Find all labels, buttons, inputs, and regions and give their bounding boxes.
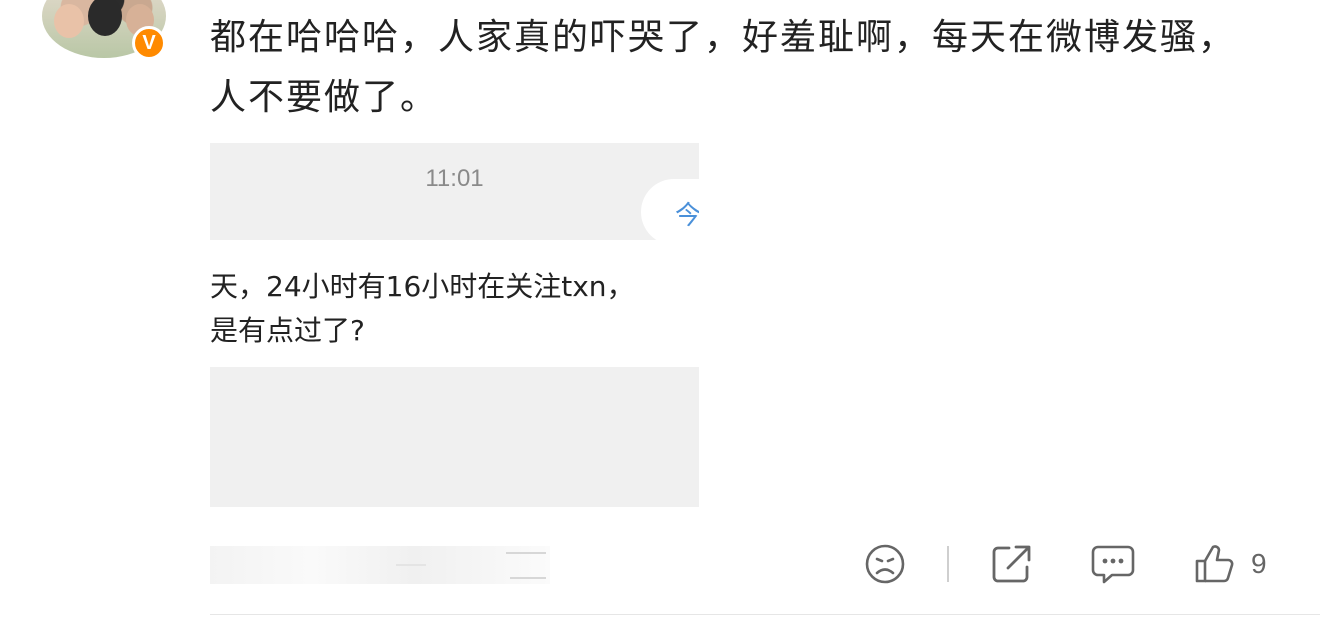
bottom-divider [210,614,1320,615]
chat-bubble: 今 [641,179,699,245]
action-separator [947,546,949,582]
verified-badge: V [132,26,166,60]
share-icon [992,545,1031,583]
avatar-face-left [54,4,84,38]
chat-message-line-1: 天，24小时有16小时在关注txn， [210,270,635,303]
like-button[interactable]: 9 [1193,540,1267,588]
share-button[interactable] [989,540,1033,588]
chat-time: 11:01 [425,165,484,192]
post-text: 都在哈哈哈，人家真的吓哭了，好羞耻啊，每天在微博发骚，人不要做了。 [210,17,1237,118]
action-bar: 9 [0,540,1320,590]
comment-button[interactable] [1090,540,1136,588]
chat-message-line-2: 是有点过了? [210,314,365,347]
comment-icon [1091,545,1135,584]
thumbs-up-icon [1195,545,1234,583]
like-count: 9 [1251,548,1267,579]
chat-message: 天，24小时有16小时在关注txn， 是有点过了? [210,265,699,353]
dislike-button[interactable] [863,540,907,588]
avatar-face-middle [88,0,122,36]
redacted-area [210,367,699,507]
chat-bubble-text: 今 [675,201,699,231]
sad-face-icon [865,544,905,584]
embedded-screenshot[interactable]: 11:01 今 天，24小时有16小时在关注txn， 是有点过了? [210,143,699,507]
